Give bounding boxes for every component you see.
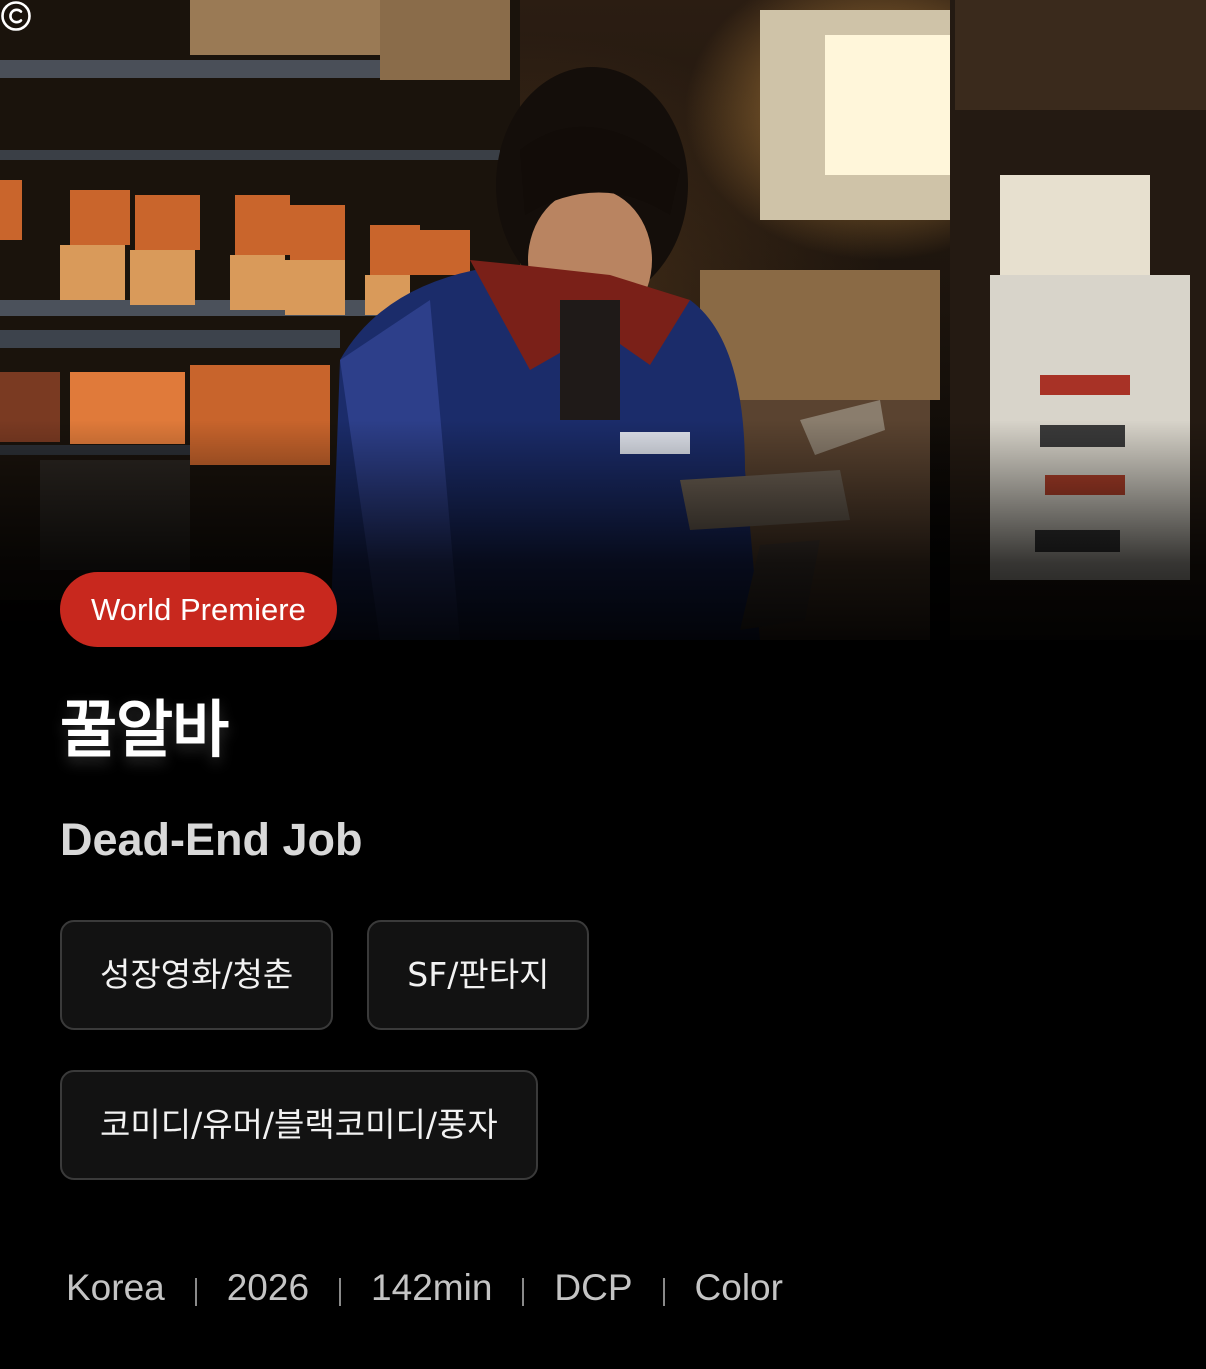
color-label: Color bbox=[694, 1267, 783, 1308]
copyright-icon bbox=[1, 1, 31, 31]
genre-tag-comedy[interactable]: 코미디/유머/블랙코미디/풍자 bbox=[60, 1070, 538, 1180]
meta-separator bbox=[339, 1278, 342, 1306]
film-info-row: Korea 2026 142min DCP Color bbox=[66, 1262, 783, 1314]
country-label: Korea bbox=[66, 1267, 165, 1308]
meta-separator bbox=[194, 1278, 197, 1306]
format-label: DCP bbox=[554, 1267, 633, 1308]
genre-tags: 성장영화/청춘 SF/판타지 코미디/유머/블랙코미디/풍자 bbox=[60, 920, 680, 1180]
meta-separator bbox=[662, 1278, 665, 1306]
runtime-label: 142min bbox=[371, 1267, 493, 1308]
english-title: Dead-End Job bbox=[60, 814, 363, 865]
genre-tag-coming-of-age[interactable]: 성장영화/청춘 bbox=[60, 920, 334, 1030]
meta-separator bbox=[522, 1278, 525, 1306]
year-label: 2026 bbox=[226, 1267, 310, 1308]
genre-tag-sf-fantasy[interactable]: SF/판타지 bbox=[367, 920, 590, 1030]
korean-title: 꿀알바 bbox=[60, 693, 229, 766]
world-premiere-badge: World Premiere bbox=[60, 572, 337, 647]
